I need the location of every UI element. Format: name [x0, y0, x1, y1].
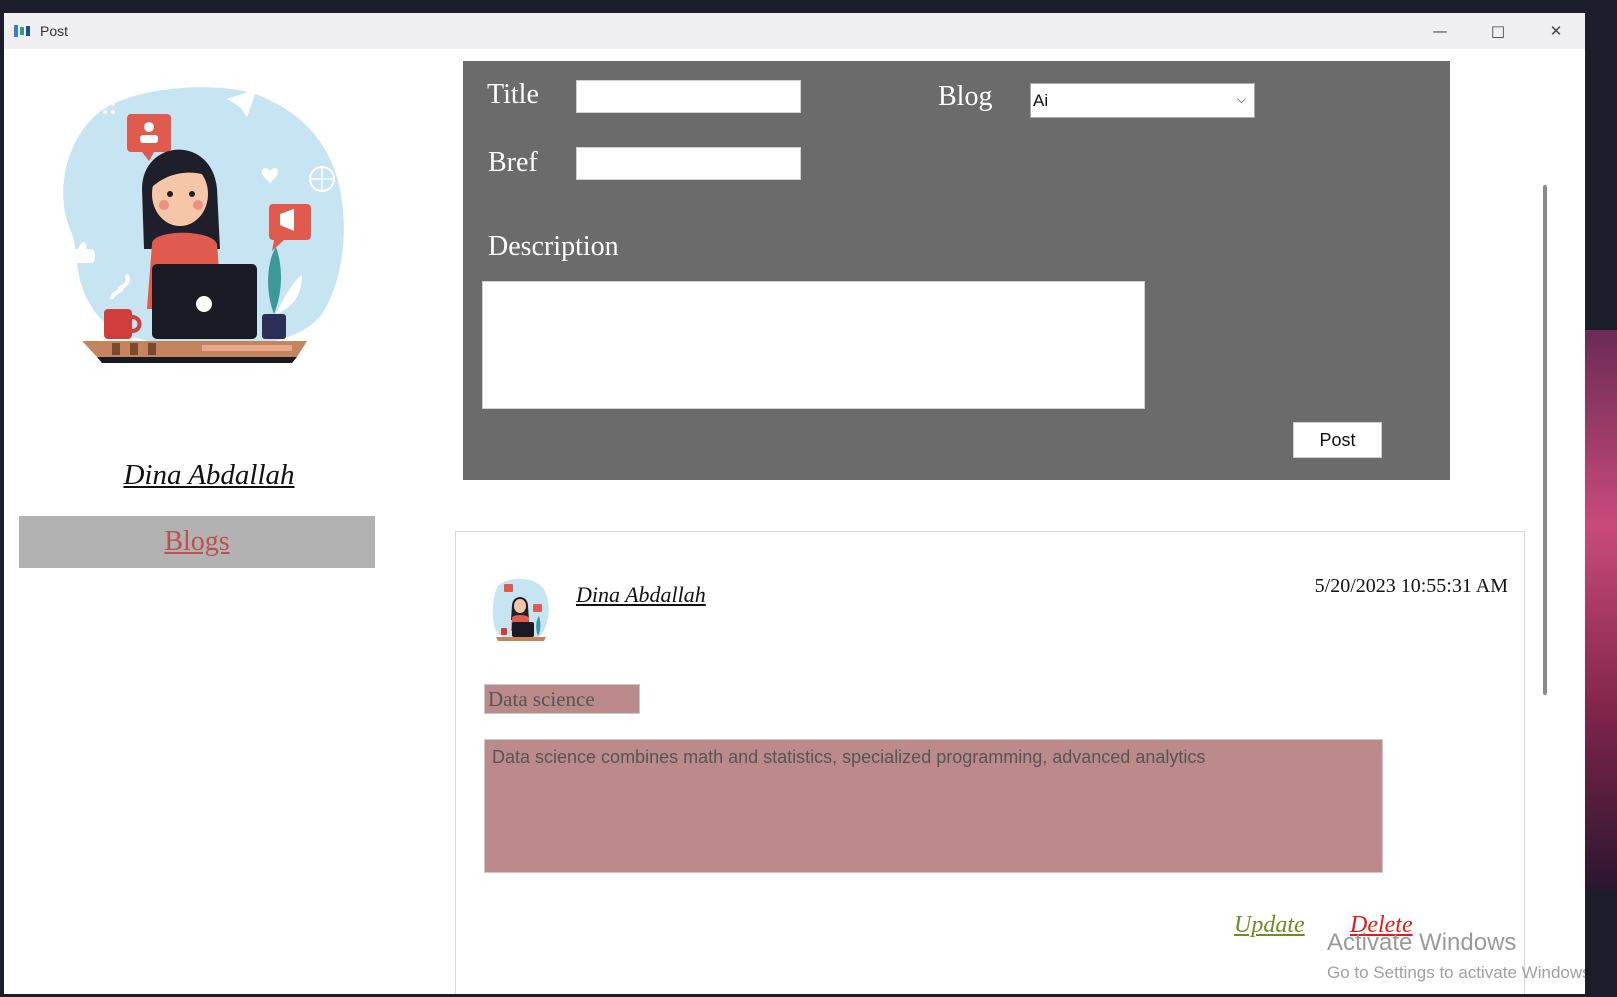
- brief-label: Bref: [488, 147, 538, 178]
- scrollbar-thumb[interactable]: [1543, 185, 1547, 695]
- close-icon[interactable]: ✕: [1527, 13, 1585, 49]
- new-post-form: Title Bref Blog Ai ⌵ Description Post: [463, 61, 1450, 480]
- blogs-link-label[interactable]: Blogs: [164, 526, 229, 558]
- title-bar: Post — □ ✕: [4, 13, 1585, 49]
- window-controls: — □ ✕: [1411, 13, 1585, 49]
- blog-select[interactable]: Ai ⌵: [1030, 83, 1255, 118]
- client-area: Dina Abdallah Blogs Title Bref Blog Ai ⌵…: [4, 49, 1585, 994]
- title-label: Title: [487, 79, 539, 110]
- blog-select-value: Ai: [1033, 91, 1049, 110]
- chevron-down-icon[interactable]: ⌵: [1237, 92, 1246, 107]
- activation-watermark: Activate Windows Go to Settings to activ…: [1327, 929, 1585, 983]
- app-icon: [14, 24, 32, 38]
- minimize-icon[interactable]: —: [1411, 13, 1469, 49]
- sidebar-user-name[interactable]: Dina Abdallah: [19, 459, 399, 492]
- title-input[interactable]: [576, 80, 801, 113]
- post-timestamp: 5/20/2023 10:55:31 AM: [1314, 575, 1508, 597]
- post-title-field[interactable]: Data science: [484, 684, 640, 714]
- watermark-line1: Activate Windows: [1327, 929, 1517, 956]
- update-link[interactable]: Update: [1234, 912, 1305, 939]
- window-title: Post: [40, 23, 69, 39]
- post-description-field[interactable]: Data science combines math and statistic…: [484, 739, 1383, 873]
- profile-illustration: [63, 87, 344, 363]
- vertical-scrollbar[interactable]: [1535, 85, 1555, 994]
- brief-input[interactable]: [576, 147, 801, 180]
- description-label: Description: [488, 231, 619, 262]
- watermark-line2: Go to Settings to activate Windows.: [1327, 963, 1585, 982]
- description-textarea[interactable]: [482, 281, 1145, 409]
- post-button[interactable]: Post: [1293, 422, 1382, 458]
- blog-label: Blog: [938, 81, 993, 112]
- maximize-icon[interactable]: □: [1469, 13, 1527, 49]
- blogs-nav-button[interactable]: Blogs: [19, 516, 375, 568]
- app-window: Post — □ ✕ Dina Abdallah Blogs Title Bre…: [4, 13, 1585, 994]
- post-author-link[interactable]: Dina Abdallah: [576, 582, 706, 608]
- post-card: Dina Abdallah 5/20/2023 10:55:31 AM Data…: [455, 531, 1525, 994]
- author-avatar: [492, 578, 549, 642]
